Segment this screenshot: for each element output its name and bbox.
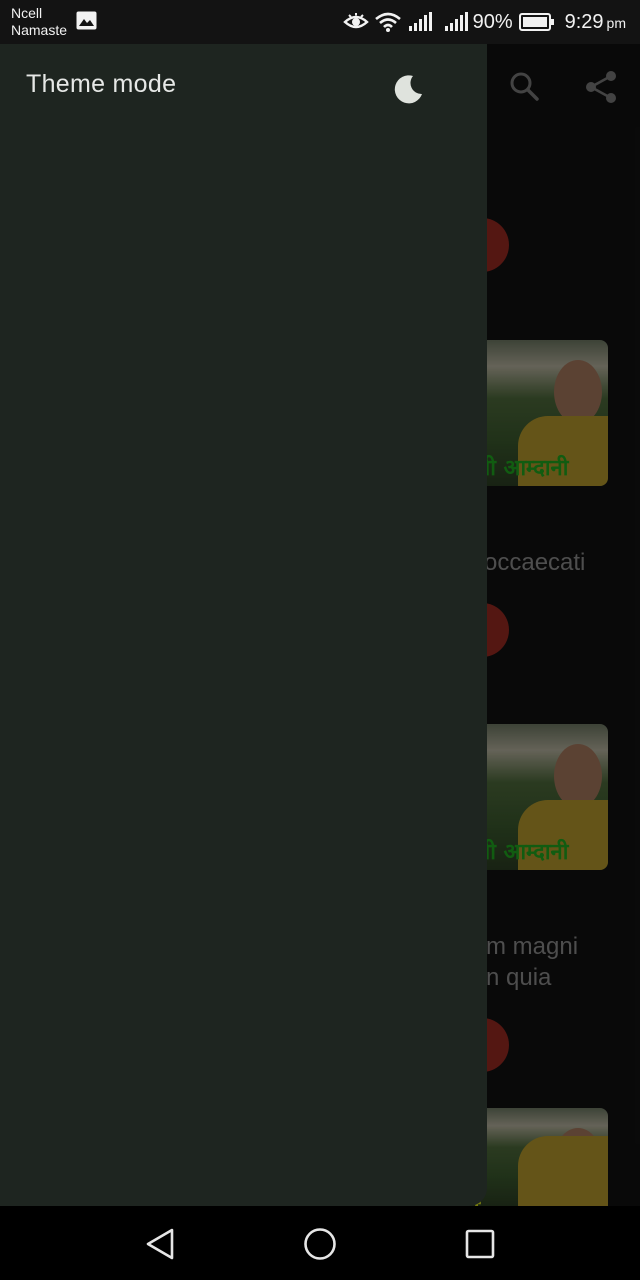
carrier-name: Ncell Namaste [11,5,67,39]
battery-icon [518,13,554,31]
home-icon [304,1228,336,1260]
carrier-line-2: Namaste [11,22,68,38]
status-bar: Ncell Namaste 90% 9:29 pm [0,0,640,44]
clock-ampm: pm [606,14,626,31]
gallery-icon [76,11,97,30]
signal-icon [408,12,432,31]
navigation-drawer: Theme mode [0,44,487,1206]
back-button[interactable] [140,1224,180,1264]
moon-icon [394,75,422,104]
recents-icon [465,1229,495,1259]
wifi-icon [374,12,401,32]
clock: 9:29 pm [565,11,626,34]
clock-time: 9:29 [564,10,604,33]
home-button[interactable] [300,1224,340,1264]
theme-toggle-button[interactable] [386,66,432,112]
carrier-line-1: Ncell [11,5,43,21]
system-nav-bar [0,1206,640,1280]
recents-button[interactable] [460,1224,500,1264]
signal-icon [444,12,468,31]
back-icon [146,1228,174,1260]
eye-icon [342,13,369,29]
theme-mode-label: Theme mode [26,70,177,98]
battery-percent: 90% [472,10,513,33]
status-icons: 90% 9:29 pm [342,9,626,35]
